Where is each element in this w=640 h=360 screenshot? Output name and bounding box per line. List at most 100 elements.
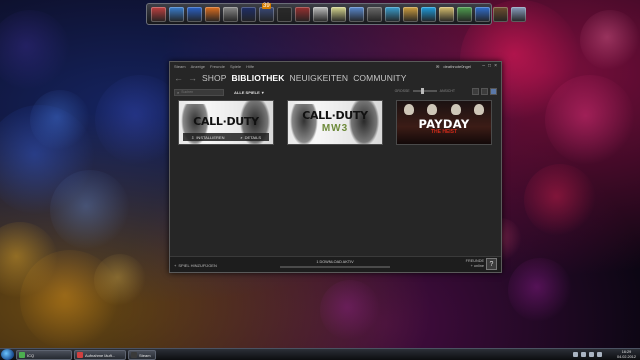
calendar-icon[interactable] xyxy=(169,6,184,22)
account-name[interactable]: deathnote0ngel xyxy=(443,64,471,69)
notes-icon[interactable] xyxy=(331,6,346,22)
start-button[interactable] xyxy=(1,349,14,360)
steam-icon xyxy=(131,352,137,358)
details-button[interactable]: ⌕ DETAILS xyxy=(240,135,261,140)
clock-date: 04.02.2012 xyxy=(616,355,636,359)
clock[interactable]: 16:29 04.02.2012 xyxy=(617,350,636,360)
bokeh-orb xyxy=(30,90,90,150)
grid-view-icon[interactable] xyxy=(490,88,497,95)
taskbar-item-steam[interactable]: Steam xyxy=(128,350,156,360)
download-icon: ⇩ xyxy=(190,134,195,140)
back-arrow-icon[interactable]: ← xyxy=(174,73,183,83)
nav-bibliothek[interactable]: BIBLIOTHEK xyxy=(232,73,285,83)
menu-freunde[interactable]: Freunde xyxy=(210,64,225,69)
game-title: CALL·DUTY xyxy=(193,115,259,128)
film-icon[interactable] xyxy=(295,6,310,22)
media-player-icon[interactable] xyxy=(241,6,256,22)
zoom-slider[interactable] xyxy=(412,88,437,94)
bokeh-orb xyxy=(508,258,572,322)
game-title: CALL·DUTY xyxy=(302,109,368,122)
menu-hilfe[interactable]: Hilfe xyxy=(246,64,254,69)
window-controls: – □ × xyxy=(482,64,497,69)
download-label: 1 DOWNLOAD AKTIV xyxy=(316,260,354,264)
game-tile-cod[interactable]: CALL·DUTY ⇩ INSTALLIEREN ⌕ DETAILS xyxy=(178,100,274,145)
recycle-bin-icon[interactable] xyxy=(511,6,526,22)
task-label: Aufnahme läuft... xyxy=(85,352,116,358)
zoom-control: GROSSE ANSICHT xyxy=(394,88,455,94)
forward-arrow-icon[interactable]: → xyxy=(188,73,197,83)
close-icon[interactable]: × xyxy=(494,64,497,69)
menu-spiele[interactable]: Spiele xyxy=(230,64,241,69)
network-icon[interactable] xyxy=(385,6,400,22)
account-area: ✉ deathnote0ngel xyxy=(436,64,471,69)
contact-icon[interactable] xyxy=(349,6,364,22)
view-label: ANSICHT xyxy=(439,89,455,93)
search-icon: ⌕ xyxy=(240,134,243,140)
folder-icon[interactable] xyxy=(439,6,454,22)
bokeh-orb xyxy=(580,10,640,70)
skype-icon[interactable] xyxy=(421,6,436,22)
game-grid: CALL·DUTY ⇩ INSTALLIEREN ⌕ DETAILS CALL·DU… xyxy=(178,100,492,145)
steam-window: Steam Anzeige Freunde Spiele Hilfe ✉ dea… xyxy=(169,61,502,273)
bokeh-orb xyxy=(320,280,380,340)
volume-icon[interactable] xyxy=(589,352,594,357)
steam-menubar: Steam Anzeige Freunde Spiele Hilfe xyxy=(174,64,254,69)
record-icon xyxy=(77,352,83,358)
install-button[interactable]: ⇩ INSTALLIEREN xyxy=(191,135,225,140)
bokeh-orb xyxy=(50,170,130,250)
game-hover-actions: ⇩ INSTALLIEREN ⌕ DETAILS xyxy=(183,133,269,141)
game-tile-payday[interactable]: PAYDAY THE HEIST xyxy=(396,100,492,145)
task-label: Steam xyxy=(139,352,151,358)
add-game-button[interactable]: + SPIEL HINZUFÜGEN xyxy=(174,263,217,268)
monitor-icon[interactable] xyxy=(151,6,166,22)
minimize-icon[interactable]: – xyxy=(482,64,485,69)
search-input[interactable] xyxy=(181,90,222,94)
disk-icon[interactable] xyxy=(313,6,328,22)
nav-shop[interactable]: SHOP xyxy=(202,73,227,83)
add-game-label: SPIEL HINZUFÜGEN xyxy=(178,263,217,268)
camera-icon[interactable] xyxy=(367,6,382,22)
games-filter-dropdown[interactable]: ALLE SPIELE ▾ xyxy=(234,90,264,95)
friends-button[interactable]: FREUNDE + online xyxy=(466,259,484,269)
bokeh-orb xyxy=(0,10,70,90)
package-icon[interactable] xyxy=(403,6,418,22)
download-status[interactable]: 1 DOWNLOAD AKTIV xyxy=(280,260,390,268)
chevron-down-icon: ▾ xyxy=(261,89,264,95)
filter-label: ALLE SPIELE xyxy=(234,89,260,95)
firefox-icon[interactable] xyxy=(205,6,220,22)
maximize-icon[interactable]: □ xyxy=(488,64,491,69)
flag-icon[interactable] xyxy=(597,352,602,357)
view-mode-buttons xyxy=(472,88,497,95)
library-toolbar: ⌕ ALLE SPIELE ▾ GROSSE ANSICHT xyxy=(174,88,497,96)
icq-icon xyxy=(19,352,25,358)
help-button[interactable]: ? xyxy=(486,258,497,270)
detail-view-icon[interactable] xyxy=(481,88,488,95)
network-icon[interactable] xyxy=(581,352,586,357)
steam-statusbar: + SPIEL HINZUFÜGEN 1 DOWNLOAD AKTIV FREU… xyxy=(170,256,501,272)
ie-icon[interactable] xyxy=(187,6,202,22)
windows-icon[interactable] xyxy=(475,6,490,22)
chat-icon[interactable] xyxy=(457,6,472,22)
search-box: ⌕ xyxy=(174,88,224,96)
gear-icon[interactable] xyxy=(223,6,238,22)
taskbar: ICQ Aufnahme läuft... Steam 16:29 04.02.… xyxy=(0,348,640,360)
zoom-label: GROSSE xyxy=(394,89,410,93)
game-tile-mw3[interactable]: CALL·DUTY MW3 xyxy=(287,100,383,145)
briefcase-icon[interactable] xyxy=(493,6,508,22)
up-arrow-icon[interactable] xyxy=(573,352,578,357)
nav-community[interactable]: COMMUNITY xyxy=(353,73,406,83)
install-label: INSTALLIEREN xyxy=(196,134,225,140)
nav-neuigkeiten[interactable]: NEUIGKEITEN xyxy=(289,73,348,83)
menu-anzeige[interactable]: Anzeige xyxy=(191,64,205,69)
game-subtitle: MW3 xyxy=(321,123,349,134)
taskbar-item-icq[interactable]: ICQ xyxy=(16,350,72,360)
system-tray xyxy=(573,352,602,357)
zoom-slider-knob[interactable] xyxy=(421,88,425,94)
list-view-icon[interactable] xyxy=(472,88,479,95)
steam-icon[interactable] xyxy=(277,6,292,22)
mail-icon[interactable]: ✉ xyxy=(436,64,439,69)
bokeh-orb xyxy=(94,254,146,306)
menu-steam[interactable]: Steam xyxy=(174,64,186,69)
mask-art xyxy=(397,104,491,116)
taskbar-item-recording[interactable]: Aufnahme läuft... xyxy=(74,350,126,360)
